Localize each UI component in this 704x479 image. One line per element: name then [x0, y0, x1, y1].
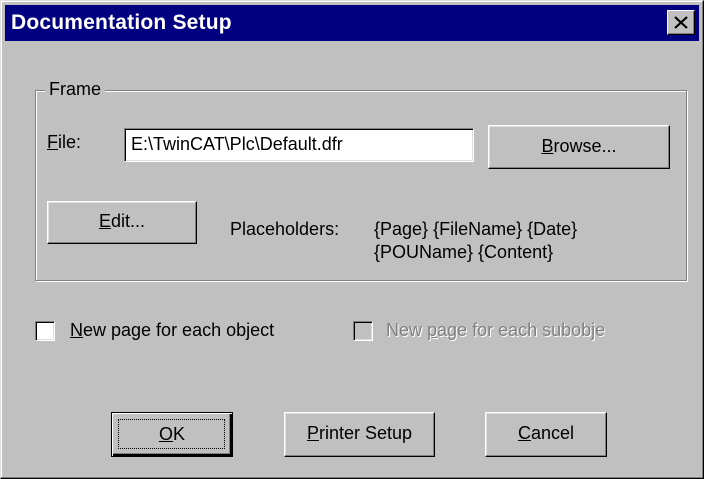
close-button[interactable]	[667, 10, 695, 35]
new-page-object-rest: ew page for each object	[83, 320, 275, 340]
placeholders-line-1: {Page} {FileName} {Date}	[374, 219, 578, 239]
cancel-button[interactable]: Cancel	[485, 412, 607, 457]
frame-group-label: Frame	[45, 79, 106, 100]
placeholders-line-2: {POUName} {Content}	[374, 242, 554, 262]
printer-setup-button[interactable]: Printer Setup	[284, 412, 435, 457]
new-page-object-checkbox[interactable]	[35, 321, 55, 341]
file-label: File:	[47, 132, 81, 153]
ok-button[interactable]: OK	[111, 412, 233, 457]
new-page-subobject-rest: age for each subobje	[437, 320, 606, 340]
frame-groupbox	[35, 90, 687, 281]
new-page-object-label[interactable]: New page for each object	[70, 320, 274, 341]
file-path-input[interactable]: E:\TwinCAT\Plc\Default.dfr	[124, 128, 474, 162]
file-label-mnemonic: F	[47, 132, 58, 152]
browse-mnemonic: B	[541, 136, 554, 156]
edit-button[interactable]: Edit...	[47, 201, 197, 244]
edit-mnemonic: E	[98, 211, 111, 231]
edit-label-rest: dit...	[111, 211, 146, 231]
cancel-label-rest: ancel	[530, 423, 575, 443]
browse-button[interactable]: Browse...	[488, 125, 670, 169]
documentation-setup-dialog: Documentation Setup Frame File: E:\TwinC…	[0, 0, 704, 479]
new-page-subobject-checkbox[interactable]	[353, 321, 373, 341]
focus-rectangle	[118, 419, 225, 449]
placeholders-label: Placeholders:	[230, 219, 340, 239]
new-page-subobject-label[interactable]: New page for each subobje	[386, 320, 654, 341]
new-page-subobject-mnemonic: p	[427, 320, 438, 340]
title-bar[interactable]: Documentation Setup	[5, 5, 699, 41]
printer-setup-mnemonic: P	[306, 423, 319, 443]
window-title: Documentation Setup	[11, 11, 232, 34]
new-page-subobject-pre: New	[386, 320, 428, 340]
file-label-rest: ile:	[58, 132, 82, 152]
new-page-object-mnemonic: N	[70, 320, 83, 340]
browse-label-rest: rowse...	[553, 136, 617, 156]
printer-setup-label-rest: rinter Setup	[318, 423, 413, 443]
cancel-mnemonic: C	[517, 423, 531, 443]
close-icon	[674, 16, 688, 29]
